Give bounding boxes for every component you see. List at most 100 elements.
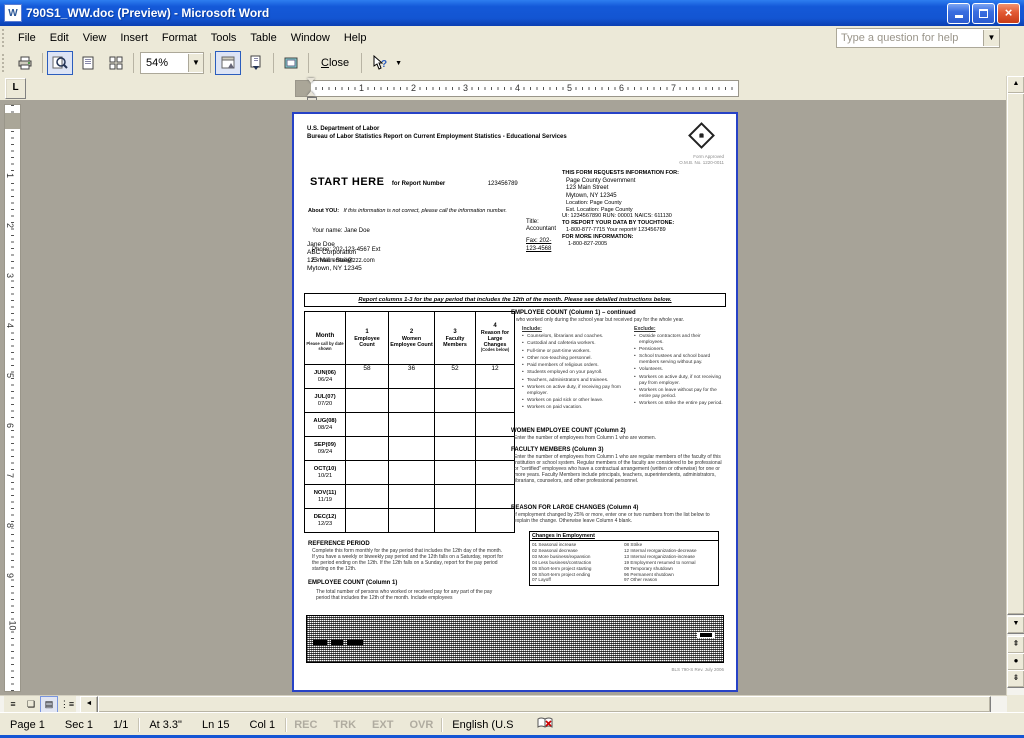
view-ruler-button[interactable] (215, 51, 241, 75)
codes-left-column: 01 Seasonal increase 02 Seasonal decreas… (532, 542, 624, 583)
ruler-number: 10 (7, 620, 18, 631)
section-text: Complete this form monthly for the pay p… (312, 548, 504, 572)
word-window: W 790S1_WW.doc (Preview) - Microsoft Wor… (0, 0, 1024, 738)
zoom-dropdown[interactable]: 54% ▼ (140, 52, 204, 74)
previous-page-button[interactable]: ⇞ (1007, 636, 1024, 654)
employee-count-continued: EMPLOYEE COUNT (Column 1) – continued wh… (511, 310, 725, 323)
print-button[interactable] (12, 51, 38, 75)
status-page: Page 1 (10, 718, 45, 731)
full-screen-button[interactable] (278, 51, 304, 75)
zoom-value: 54% (146, 57, 169, 69)
requests-street: 123 Main Street (566, 185, 609, 191)
print-layout-view-button[interactable]: ▤ (40, 696, 58, 713)
ruler-row: L 1 2 3 4 5 6 7 (0, 76, 1007, 103)
menu-help[interactable]: Help (337, 29, 374, 47)
one-page-icon (82, 56, 94, 70)
reason-section: REASON FOR LARGE CHANGES (Column 4) If e… (511, 505, 725, 524)
first-line-indent-marker[interactable] (307, 78, 315, 83)
section-text: Enter the number of employees from Colum… (514, 454, 722, 484)
normal-view-button[interactable]: ≡ (4, 696, 22, 713)
spellcheck-book-icon[interactable] (537, 717, 553, 733)
toolbar-separator (308, 53, 309, 73)
requests-city: Mytown, NY 12345 (566, 192, 617, 199)
help-question-box[interactable]: Type a question for help ▼ (836, 28, 1000, 48)
menu-view[interactable]: View (76, 29, 114, 47)
scroll-left-button[interactable]: ◄ (80, 695, 98, 714)
table-row: DEC(12) 12/23 (304, 508, 515, 533)
horizontal-ruler[interactable]: 1 2 3 4 5 6 7 (295, 78, 739, 103)
close-window-button[interactable]: × (997, 2, 1020, 24)
shrink-to-fit-button[interactable] (243, 51, 269, 75)
menu-insert[interactable]: Insert (113, 29, 155, 47)
menu-table[interactable]: Table (243, 29, 283, 47)
list-item: Full-time or part-time workers. (522, 349, 622, 355)
mailing-line: 123 Main Street (307, 257, 353, 264)
toolbar-separator (210, 53, 211, 73)
select-browse-object-button[interactable]: ● (1007, 653, 1024, 671)
chevron-down-icon[interactable]: ▼ (188, 54, 203, 72)
menu-file[interactable]: File (11, 29, 43, 47)
toolbar-grip[interactable] (2, 29, 9, 47)
requests-org: Page County Government (566, 177, 636, 184)
hanging-indent-marker[interactable] (307, 91, 315, 96)
magnifier-button[interactable] (47, 51, 73, 75)
form-approved-line2: O.M.B. No. 1220-0011 (679, 159, 724, 165)
agency-line1: U.S. Department of Labor (307, 126, 380, 132)
touchtone-title: TO REPORT YOUR DATA BY TOUCHTONE: (562, 219, 675, 226)
one-page-button[interactable] (75, 51, 101, 75)
status-bar: Page 1 Sec 1 1/1 At 3.3" Ln 15 Col 1 REC… (0, 712, 1024, 736)
tab-selector-button[interactable]: L (5, 78, 26, 99)
horizontal-scroll-thumb[interactable] (98, 696, 991, 713)
menu-window[interactable]: Window (284, 29, 337, 47)
scroll-thumb[interactable] (1007, 93, 1024, 615)
status-ext-toggle[interactable]: EXT (364, 719, 401, 731)
status-rec-toggle[interactable]: REC (286, 719, 325, 731)
ruler-number: 7 (670, 83, 678, 94)
window-controls: × (947, 2, 1020, 24)
minimize-button[interactable] (947, 2, 970, 24)
menu-format[interactable]: Format (155, 29, 204, 47)
status-language[interactable]: English (U.S (442, 719, 523, 731)
ruler-number: 3 (462, 83, 470, 94)
ruler-number: 7 (5, 472, 16, 479)
scroll-down-button[interactable]: ▼ (1007, 616, 1024, 634)
start-here-label: START HERE (310, 176, 385, 188)
cell-value: 58 (345, 364, 389, 389)
list-item: Students employed on your payroll. (522, 370, 622, 376)
ruler-number: 5 (5, 372, 16, 379)
list-item: Pensioners. (634, 347, 726, 353)
col2-header-cell: 2 Women Employee Count (388, 311, 435, 365)
outline-view-button[interactable]: ⋮≡ (58, 696, 76, 713)
about-fax: Fax: 202-123-4568 (526, 238, 552, 252)
status-trk-toggle[interactable]: TRK (325, 719, 364, 731)
status-ovr-toggle[interactable]: OVR (401, 719, 441, 731)
table-row: NOV(11) 11/19 (304, 484, 515, 509)
include-title: Include: (522, 326, 542, 332)
close-preview-button[interactable]: Close (312, 53, 358, 73)
next-page-button[interactable]: ⇟ (1007, 670, 1024, 688)
menu-edit[interactable]: Edit (43, 29, 76, 47)
exclude-list: Exclude: Outside contractors and their e… (634, 326, 726, 408)
section-text: who worked only during the school year b… (516, 317, 685, 323)
scroll-up-button[interactable]: ▲ (1007, 76, 1024, 94)
menu-bar: File Edit View Insert Format Tools Table… (0, 26, 1024, 51)
list-item: Workers on paid vacation. (522, 405, 622, 411)
fine-print-block (306, 615, 724, 663)
list-item: Workers on paid sick or other leave. (522, 398, 622, 404)
minimize-icon (954, 14, 963, 18)
requests-block: THIS FORM REQUESTS INFORMATION FOR: Page… (562, 170, 730, 248)
chevron-down-icon[interactable]: ▼ (983, 30, 999, 46)
multiple-pages-button[interactable] (103, 51, 129, 75)
toolbar-options-chevron[interactable]: ▼ (395, 60, 402, 67)
vertical-scrollbar[interactable]: ▲ ▼ ⇞ ● ⇟ (1006, 76, 1024, 695)
vertical-ruler[interactable]: 1 2 3 4 5 6 7 8 9 10 (4, 104, 21, 692)
toolbar-grip[interactable] (2, 54, 9, 72)
context-help-button[interactable]: ? (366, 51, 392, 75)
about-title: Title: Accountant (526, 218, 557, 233)
web-layout-view-button[interactable]: ❏ (22, 696, 40, 713)
menu-tools[interactable]: Tools (204, 29, 244, 47)
requests-est-location: Est. Location: Page County (566, 206, 633, 213)
cell-value: 52 (434, 364, 476, 389)
status-at: At 3.3" (149, 718, 182, 731)
restore-button[interactable] (972, 2, 995, 24)
